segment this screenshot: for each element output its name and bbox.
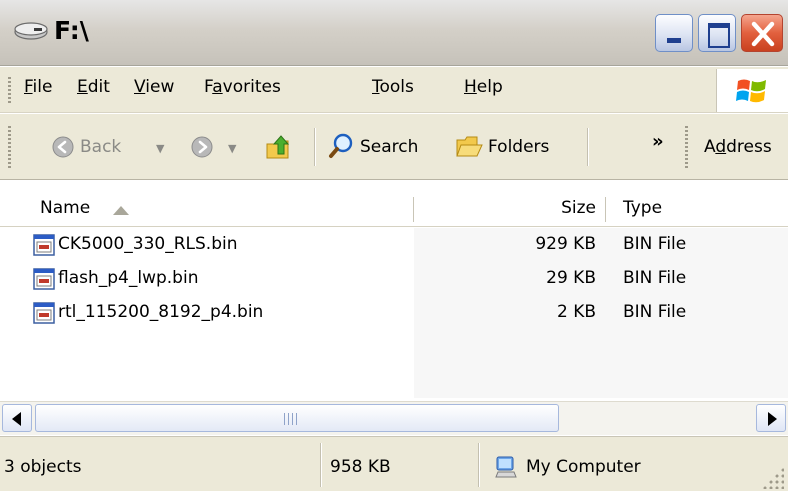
sort-ascending-icon bbox=[113, 206, 129, 215]
file-name: flash_p4_lwp.bin bbox=[58, 268, 199, 288]
menu-favorites[interactable]: Favorites bbox=[204, 77, 281, 97]
minimize-button[interactable] bbox=[655, 14, 693, 52]
back-dropdown-icon[interactable]: ▼ bbox=[156, 142, 164, 155]
file-list-body: CK5000_330_RLS.bin 929 KB BIN File flash… bbox=[0, 228, 788, 398]
status-zone: My Computer bbox=[526, 457, 641, 477]
menu-tools[interactable]: Tools bbox=[372, 77, 414, 97]
horizontal-scrollbar[interactable] bbox=[0, 401, 788, 435]
address-label: Address bbox=[704, 137, 772, 157]
bin-file-icon bbox=[33, 302, 55, 324]
maximize-button[interactable] bbox=[698, 14, 736, 52]
menu-help[interactable]: Help bbox=[464, 77, 503, 97]
file-size: 29 KB bbox=[546, 268, 596, 288]
forward-arrow-icon[interactable] bbox=[191, 136, 213, 158]
toolbar-separator bbox=[587, 128, 588, 166]
status-object-count: 3 objects bbox=[4, 457, 82, 477]
file-type: BIN File bbox=[623, 234, 687, 254]
close-button[interactable] bbox=[741, 14, 783, 52]
menu-file[interactable]: File bbox=[24, 77, 52, 97]
drive-icon bbox=[14, 22, 48, 40]
column-divider[interactable] bbox=[413, 197, 414, 222]
file-name: CK5000_330_RLS.bin bbox=[58, 234, 238, 254]
menubar-grip[interactable] bbox=[8, 77, 11, 105]
file-name: rtl_115200_8192_p4.bin bbox=[58, 302, 264, 322]
column-header-type[interactable]: Type bbox=[623, 198, 662, 218]
file-row[interactable]: flash_p4_lwp.bin 29 KB BIN File bbox=[0, 262, 788, 296]
file-row[interactable]: rtl_115200_8192_p4.bin 2 KB BIN File bbox=[0, 296, 788, 330]
column-header-name[interactable]: Name bbox=[40, 198, 90, 218]
status-total-size: 958 KB bbox=[330, 457, 391, 477]
scroll-left-arrow-icon bbox=[12, 412, 21, 426]
scroll-right-button[interactable] bbox=[756, 404, 786, 432]
close-icon bbox=[751, 21, 775, 47]
windows-logo-area bbox=[716, 69, 788, 112]
up-folder-icon[interactable] bbox=[264, 132, 294, 162]
file-size: 2 KB bbox=[556, 302, 596, 322]
column-divider[interactable] bbox=[605, 197, 606, 222]
folders-icon[interactable] bbox=[455, 134, 483, 160]
title-bar[interactable]: F:\ bbox=[0, 0, 788, 66]
toolbar-separator bbox=[314, 128, 315, 166]
address-bar-grip[interactable] bbox=[685, 126, 688, 168]
column-header-size[interactable]: Size bbox=[561, 198, 596, 218]
standard-toolbar: Back ▼ ▼ Search Folders » Address bbox=[0, 114, 788, 180]
status-bar: 3 objects 958 KB My Computer bbox=[0, 436, 788, 491]
column-header-row: Name Size Type bbox=[0, 194, 788, 227]
scroll-right-arrow-icon bbox=[768, 412, 777, 426]
windows-flag-icon bbox=[736, 79, 766, 103]
toolbar-more-button[interactable]: » bbox=[652, 131, 664, 152]
file-type: BIN File bbox=[623, 302, 687, 322]
window-title: F:\ bbox=[54, 16, 89, 45]
forward-dropdown-icon[interactable]: ▼ bbox=[228, 142, 236, 155]
status-separator bbox=[320, 443, 321, 487]
bin-file-icon bbox=[33, 234, 55, 256]
back-arrow-icon[interactable] bbox=[52, 136, 74, 158]
file-type: BIN File bbox=[623, 268, 687, 288]
scroll-left-button[interactable] bbox=[2, 404, 32, 432]
folders-button[interactable]: Folders bbox=[488, 137, 549, 157]
bin-file-icon bbox=[33, 268, 55, 290]
search-icon[interactable] bbox=[328, 132, 356, 160]
menu-edit[interactable]: Edit bbox=[77, 77, 110, 97]
menu-bar: File Edit View Favorites Tools Help bbox=[0, 67, 788, 113]
file-row[interactable]: CK5000_330_RLS.bin 929 KB BIN File bbox=[0, 228, 788, 262]
search-button[interactable]: Search bbox=[360, 137, 418, 157]
toolbar-grip[interactable] bbox=[8, 126, 11, 168]
menu-view[interactable]: View bbox=[134, 77, 174, 97]
resize-grip-icon[interactable] bbox=[762, 467, 784, 489]
scrollbar-thumb[interactable] bbox=[35, 404, 559, 432]
file-size: 929 KB bbox=[535, 234, 596, 254]
status-separator bbox=[478, 443, 479, 487]
file-list-view[interactable]: Name Size Type CK5000_330_RLS.bin 929 KB… bbox=[0, 181, 788, 398]
back-button[interactable]: Back bbox=[80, 137, 121, 157]
my-computer-icon bbox=[495, 456, 517, 478]
scrollbar-grip-icon bbox=[284, 413, 298, 425]
